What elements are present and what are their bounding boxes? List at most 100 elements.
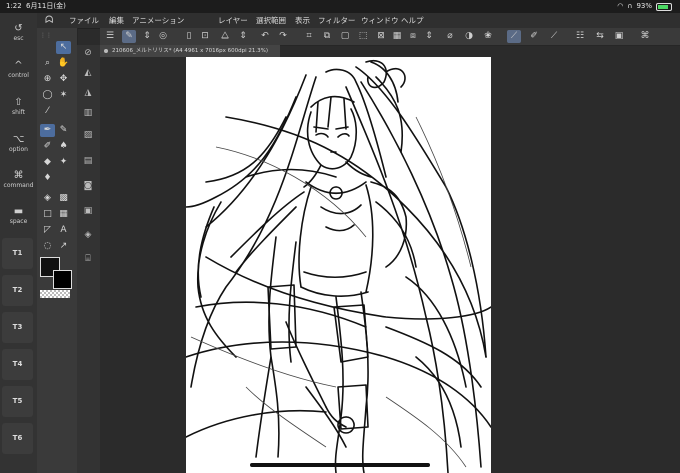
decoration-icon[interactable]: ✦: [56, 156, 71, 169]
transform-icon[interactable]: ⊕: [40, 73, 55, 86]
move-icon[interactable]: ↖: [56, 41, 71, 54]
battery-icon: [656, 2, 672, 11]
sketch-drawing: [186, 60, 491, 473]
layer-icon[interactable]: ⧈: [406, 30, 420, 43]
text-icon[interactable]: A: [56, 224, 71, 237]
layer-property-icon[interactable]: ⌸: [81, 253, 95, 266]
navigator-icon[interactable]: ◙: [81, 180, 95, 193]
menu-edit[interactable]: 編集: [109, 13, 124, 28]
edge-keyboard: ↺ esc ^ control ⇧ shift ⌥ option ⌘ comma…: [0, 13, 38, 473]
chevrons-icon[interactable]: ⇕: [422, 30, 436, 43]
esc-key[interactable]: ↺ esc: [3, 23, 34, 43]
sub-tool-panel-icon[interactable]: ◭: [81, 67, 95, 80]
lasso-icon[interactable]: ◯: [40, 89, 55, 102]
grip-icon[interactable]: ⋮⋮: [40, 32, 52, 40]
save-icon[interactable]: ▣: [612, 30, 626, 43]
paste-icon[interactable]: ▢: [338, 30, 352, 43]
canvas-area[interactable]: [100, 57, 680, 473]
airbrush-icon[interactable]: ♠: [56, 140, 71, 153]
command-bar: ☰ ✎ ⇕ ◎ ▯ ⊡ ⧋ ⇕ ↶ ↷ ⌗ ⧉ ▢ ⬚ ⊠ ▦ ⧈ ⇕ ⌀ ◑ …: [100, 28, 680, 46]
panel-strip: ⊘ ◭ ◮ ▥ ▨ ▤ ◙ ▣ ◈ ⌸: [77, 45, 101, 473]
t5-key[interactable]: T5: [2, 386, 33, 417]
color-palette-icon[interactable]: ▤: [81, 155, 95, 168]
close-dot-icon[interactable]: [104, 48, 108, 53]
pencil-icon[interactable]: ✎: [56, 124, 71, 137]
canvas-paper[interactable]: [186, 57, 491, 473]
redo-icon[interactable]: ↷: [276, 30, 290, 43]
copy-icon[interactable]: ⧉: [320, 30, 334, 43]
eraser-icon[interactable]: ◆: [40, 156, 55, 169]
t2-key[interactable]: T2: [2, 275, 33, 306]
layer-list-icon[interactable]: ☷: [573, 30, 587, 43]
color-wheel-icon[interactable]: ▨: [81, 129, 95, 142]
undo-icon[interactable]: ↶: [258, 30, 272, 43]
fill-icon[interactable]: ◈: [40, 192, 55, 205]
crop-icon[interactable]: ⌗: [302, 30, 316, 43]
shift-key[interactable]: ⇧ shift: [3, 97, 34, 117]
snapshot-icon[interactable]: ◎: [156, 30, 170, 43]
blend-mode-icon[interactable]: ❀: [481, 30, 495, 43]
menu-layer[interactable]: レイヤー: [218, 13, 248, 28]
hand-icon[interactable]: ✋: [56, 57, 71, 70]
zoom-icon[interactable]: ⌕: [40, 57, 55, 70]
transparent-color-swatch[interactable]: [40, 290, 70, 298]
tool-property-icon[interactable]: ◮: [81, 87, 95, 100]
no-entry-icon[interactable]: ⊘: [81, 47, 95, 60]
open-icon[interactable]: ⊡: [198, 30, 212, 43]
stabilizer-icon[interactable]: ◑: [462, 30, 476, 43]
menu-window[interactable]: ウィンドウ: [361, 13, 399, 28]
flip-icon[interactable]: ⇆: [593, 30, 607, 43]
tool-palette: ⋮⋮ ↖ ⌕ ✋ ⊕ ✥ ◯ ✶ ⁄ ✒ ✎ ✐ ♠ ◆ ✦ ♦ ◈ ▩ □ ▦…: [37, 28, 78, 473]
menu-view[interactable]: 表示: [295, 13, 310, 28]
pen-pressure-icon[interactable]: ✐: [527, 30, 541, 43]
command-icon: ⌘: [13, 170, 24, 181]
stroke-correction-icon[interactable]: ⟋: [507, 30, 521, 43]
space-key[interactable]: ▬ space: [3, 206, 34, 226]
caret-icon: ^: [14, 60, 23, 71]
move-layer-icon[interactable]: ✥: [56, 73, 71, 86]
warp-icon[interactable]: ⧋: [218, 30, 232, 43]
document-tab[interactable]: 210606_メルトリリス* (A4 4961 x 7016px 600dpi …: [100, 45, 280, 57]
control-key[interactable]: ^ control: [3, 60, 34, 80]
menu-file[interactable]: ファイル: [69, 13, 99, 28]
magic-wand-icon[interactable]: ✶: [56, 89, 71, 102]
app-logo-icon[interactable]: ᗣ: [45, 14, 59, 27]
assist-icon[interactable]: ⌘: [638, 30, 652, 43]
brush-size-icon[interactable]: ▥: [81, 107, 95, 120]
menu-animation[interactable]: アニメーション: [132, 13, 184, 28]
figure-icon[interactable]: □: [40, 208, 55, 221]
balloon-icon[interactable]: ◌: [40, 240, 55, 253]
option-key[interactable]: ⌥ option: [3, 134, 34, 154]
fill-selection-icon[interactable]: ▦: [390, 30, 404, 43]
frame-icon[interactable]: ▦: [56, 208, 71, 221]
gradient-icon[interactable]: ▩: [56, 192, 71, 205]
select-icon[interactable]: ↗: [56, 240, 71, 253]
transform-box-icon[interactable]: ⬚: [356, 30, 370, 43]
blend-icon[interactable]: ♦: [40, 172, 55, 185]
t6-key[interactable]: T6: [2, 423, 33, 454]
brush-icon[interactable]: ✐: [40, 140, 55, 153]
menu-help[interactable]: ヘルプ: [401, 13, 424, 28]
t3-key[interactable]: T3: [2, 312, 33, 343]
sub-tool-icon[interactable]: ✎: [122, 30, 136, 43]
menu-selection[interactable]: 選択範囲: [256, 13, 286, 28]
menu-bar: ᗣ ファイル 編集 アニメーション レイヤー 選択範囲 表示 フィルター ウィン…: [37, 13, 680, 29]
pen-icon[interactable]: ✒: [40, 124, 55, 137]
ruler-icon[interactable]: ◸: [40, 224, 55, 237]
hamburger-icon[interactable]: ☰: [103, 30, 117, 43]
clock: 1:22: [6, 2, 22, 10]
command-key[interactable]: ⌘ command: [3, 170, 34, 190]
brush-settings-icon[interactable]: ⌀: [443, 30, 457, 43]
clear-selection-icon[interactable]: ⊠: [374, 30, 388, 43]
up-down-arrows-icon[interactable]: ⇕: [140, 30, 154, 43]
chevrons-icon[interactable]: ⇕: [236, 30, 250, 43]
t4-key[interactable]: T4: [2, 349, 33, 380]
new-document-icon[interactable]: ▯: [182, 30, 196, 43]
sub-color-swatch[interactable]: [53, 270, 72, 289]
sync-icon[interactable]: ⟋: [547, 30, 561, 43]
material-icon[interactable]: ▣: [81, 205, 95, 218]
eyedropper-icon[interactable]: ⁄: [40, 105, 55, 118]
menu-filter[interactable]: フィルター: [318, 13, 355, 28]
layers-icon[interactable]: ◈: [81, 229, 95, 242]
t1-key[interactable]: T1: [2, 238, 33, 269]
